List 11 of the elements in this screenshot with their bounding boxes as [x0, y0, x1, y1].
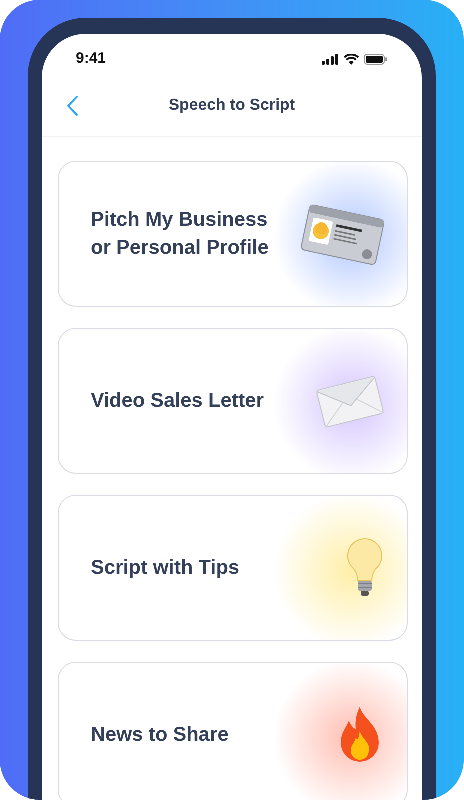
light-bulb-drawing — [345, 537, 385, 599]
option-card[interactable]: Video Sales Letter — [58, 328, 408, 474]
battery-icon — [364, 54, 388, 64]
signal-icon — [322, 54, 339, 64]
back-chevron-icon — [66, 96, 78, 116]
option-card[interactable]: News to Share — [58, 662, 408, 800]
wifi-icon — [344, 54, 359, 64]
option-card[interactable]: Script with Tips — [58, 495, 408, 641]
option-card[interactable]: Pitch My Business or Personal Profile — [58, 161, 408, 307]
screen-title: Speech to Script — [168, 96, 296, 116]
status-time: 9:41 — [76, 48, 106, 69]
